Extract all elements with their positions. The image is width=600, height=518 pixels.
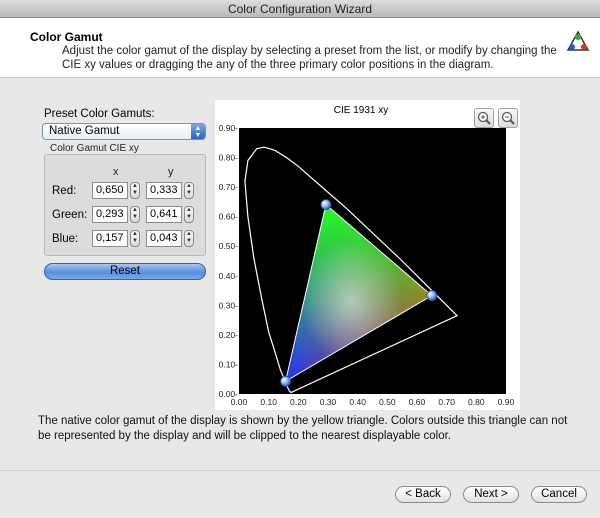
x-tick-label: 0.60 xyxy=(409,397,426,407)
column-header-x: x xyxy=(113,166,119,178)
cie-chart: CIE 1931 xy 0.00 0.10 0.20 0.30 0.40 0.50 0.60… xyxy=(219,105,515,407)
y-tick-label: 0.50- xyxy=(219,241,239,251)
red-primary-handle[interactable] xyxy=(426,290,438,301)
page-description: Adjust the color gamut of the display by… xyxy=(62,45,557,71)
x-tick-label: 0.30 xyxy=(320,397,337,407)
blue-y-field[interactable]: 0,043 xyxy=(146,230,182,247)
footer-divider xyxy=(0,470,600,471)
reset-button[interactable]: Reset xyxy=(44,263,206,280)
zoom-out-icon xyxy=(501,111,515,125)
back-button[interactable]: < Back xyxy=(395,486,451,503)
window-title: Color Configuration Wizard xyxy=(0,0,600,18)
y-tick-label: 0.40- xyxy=(219,271,239,281)
x-tick-label: 0.40 xyxy=(349,397,366,407)
red-y-field[interactable]: 0,333 xyxy=(146,182,182,199)
zoom-out-button[interactable] xyxy=(498,108,518,128)
wizard-header: Color Gamut Adjust the color gamut of th… xyxy=(0,18,600,78)
green-x-field[interactable]: 0,293 xyxy=(92,206,128,223)
green-x-stepper[interactable]: ▲ ▼ xyxy=(130,206,140,223)
blue-y-stepper[interactable]: ▲ ▼ xyxy=(184,230,194,247)
gamut-group-label: Color Gamut CIE xy xyxy=(50,143,139,154)
preset-label: Preset Color Gamuts: xyxy=(44,108,155,120)
chevron-updown-icon: ▲ ▼ xyxy=(191,124,205,139)
cie-chart-panel: CIE 1931 xy 0.00 0.10 0.20 0.30 0.40 0.50 0.60… xyxy=(215,100,520,410)
zoom-in-button[interactable] xyxy=(474,108,494,128)
page-title: Color Gamut xyxy=(30,30,103,44)
y-tick-label: 0.20- xyxy=(219,330,239,340)
red-x-stepper[interactable]: ▲ ▼ xyxy=(130,182,140,199)
y-tick-label: 0.10- xyxy=(219,359,239,369)
zoom-in-icon xyxy=(477,111,491,125)
green-primary-handle[interactable] xyxy=(320,199,332,210)
x-tick-label: 0.50 xyxy=(379,397,396,407)
blue-x-field[interactable]: 0,157 xyxy=(92,230,128,247)
blue-primary-handle[interactable] xyxy=(280,375,291,387)
preset-select[interactable]: Native Gamut ▲ ▼ xyxy=(42,123,206,140)
chart-title: CIE 1931 xy xyxy=(334,105,388,116)
y-tick-label: 0.60- xyxy=(219,212,239,222)
gamut-note: The native color gamut of the display is… xyxy=(38,415,568,442)
x-tick-label: 0.90 xyxy=(498,397,515,407)
x-tick-label: 0.80 xyxy=(468,397,485,407)
color-wheel-icon xyxy=(566,30,590,51)
x-tick-label: 0.20 xyxy=(290,397,307,407)
y-tick-label: 0.70- xyxy=(219,182,239,192)
y-tick-label: 0.90- xyxy=(219,123,239,133)
red-x-field[interactable]: 0,650 xyxy=(92,182,128,199)
x-tick-label: 0.70 xyxy=(438,397,455,407)
next-button[interactable]: Next > xyxy=(463,486,519,503)
y-tick-label: 0.80- xyxy=(219,153,239,163)
column-header-y: y xyxy=(168,166,174,178)
green-y-field[interactable]: 0,641 xyxy=(146,206,182,223)
preset-selected-value: Native Gamut xyxy=(49,125,120,137)
y-tick-label: 0.00- xyxy=(219,389,239,399)
x-tick-label: 0.10 xyxy=(260,397,277,407)
row-label-green: Green: xyxy=(52,209,88,221)
green-y-stepper[interactable]: ▲ ▼ xyxy=(184,206,194,223)
cancel-button[interactable]: Cancel xyxy=(531,486,587,503)
red-y-stepper[interactable]: ▲ ▼ xyxy=(184,182,194,199)
y-tick-label: 0.30- xyxy=(219,300,239,310)
row-label-red: Red: xyxy=(52,185,77,197)
row-label-blue: Blue: xyxy=(52,233,79,245)
blue-x-stepper[interactable]: ▲ ▼ xyxy=(130,230,140,247)
